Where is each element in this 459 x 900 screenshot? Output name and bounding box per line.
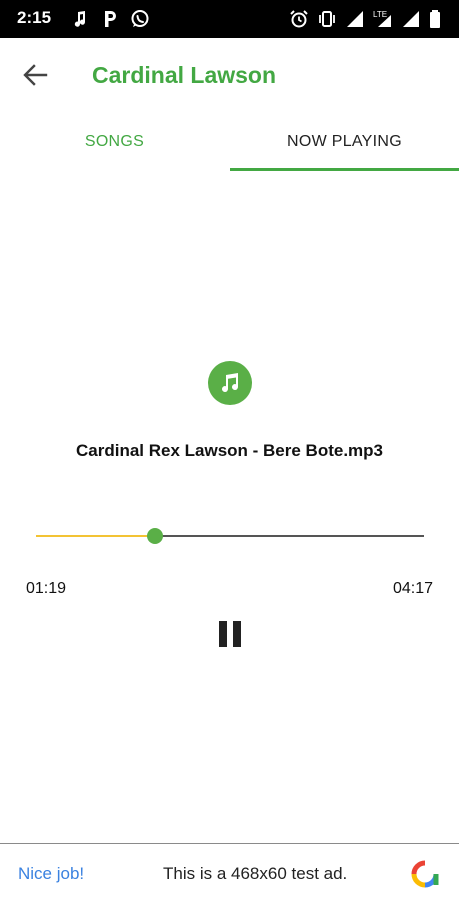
pause-icon	[219, 621, 227, 647]
system-icons: LTE	[289, 7, 441, 31]
svg-text:LTE: LTE	[373, 10, 387, 19]
p-icon	[105, 11, 116, 27]
track-title: Cardinal Rex Lawson - Bere Bote.mp3	[75, 441, 384, 460]
seek-bar[interactable]	[36, 526, 424, 546]
vibrate-icon	[319, 11, 335, 27]
ad-logo-icon	[411, 860, 439, 888]
ad-link[interactable]: Nice job!	[18, 864, 84, 884]
tab-indicator	[230, 168, 459, 171]
status-bar: 2:15 LTE	[0, 0, 459, 38]
battery-icon	[430, 10, 440, 28]
tab-songs[interactable]: SONGS	[0, 116, 229, 168]
music-note-icon	[208, 361, 252, 405]
tab-now-playing[interactable]: NOW PLAYING	[230, 116, 459, 168]
notification-icons	[70, 7, 150, 31]
lte-signal-icon: LTE	[373, 10, 391, 27]
music-note-icon	[74, 11, 86, 27]
total-time: 04:17	[392, 580, 433, 597]
app-bar: Cardinal Lawson	[0, 38, 459, 116]
status-time: 2:15	[17, 8, 52, 27]
back-button[interactable]	[16, 55, 56, 95]
seek-progress	[36, 535, 156, 537]
pause-icon	[233, 621, 241, 647]
tab-bar: SONGS NOW PLAYING	[0, 116, 459, 171]
pause-button[interactable]	[212, 616, 248, 652]
whatsapp-icon	[131, 10, 149, 27]
page-title: Cardinal Lawson	[92, 62, 277, 88]
music-note-glyph	[222, 373, 239, 393]
elapsed-time: 01:19	[26, 580, 67, 597]
ad-text: This is a 468x60 test ad.	[163, 864, 348, 883]
alarm-icon	[290, 10, 308, 28]
ad-banner[interactable]: Nice job! This is a 468x60 test ad.	[0, 843, 459, 900]
seek-thumb[interactable]	[147, 528, 164, 544]
signal-icon	[347, 11, 363, 27]
signal-icon	[403, 11, 419, 27]
arrow-back-icon	[23, 64, 48, 86]
